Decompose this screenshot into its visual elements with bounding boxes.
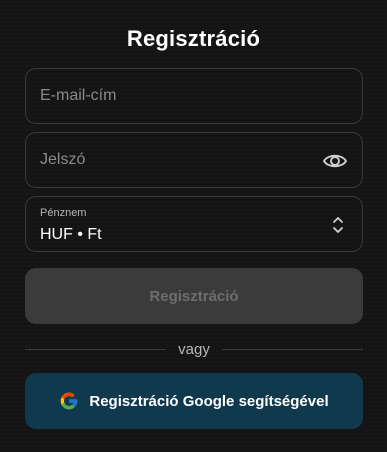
- password-field-wrapper: [25, 132, 363, 188]
- google-register-button[interactable]: Regisztráció Google segítségével: [25, 373, 363, 429]
- chevron-up-down-icon: [331, 215, 345, 235]
- or-divider: vagy: [25, 340, 363, 358]
- currency-value: HUF • Ft: [40, 226, 102, 243]
- google-icon: [61, 392, 78, 410]
- register-button[interactable]: Regisztráció: [25, 268, 363, 324]
- divider-text: vagy: [178, 340, 210, 358]
- password-field[interactable]: [26, 133, 362, 187]
- divider-line-right: [221, 348, 363, 350]
- currency-label: Pénznem: [40, 207, 87, 219]
- divider-line-left: [25, 348, 167, 350]
- currency-select[interactable]: Pénznem HUF • Ft: [25, 196, 363, 252]
- google-button-label: Regisztráció Google segítségével: [89, 392, 329, 410]
- eye-icon[interactable]: [322, 149, 348, 173]
- page-title: Regisztráció: [126, 26, 261, 51]
- email-field-wrapper: [25, 68, 363, 124]
- email-field[interactable]: [26, 69, 362, 123]
